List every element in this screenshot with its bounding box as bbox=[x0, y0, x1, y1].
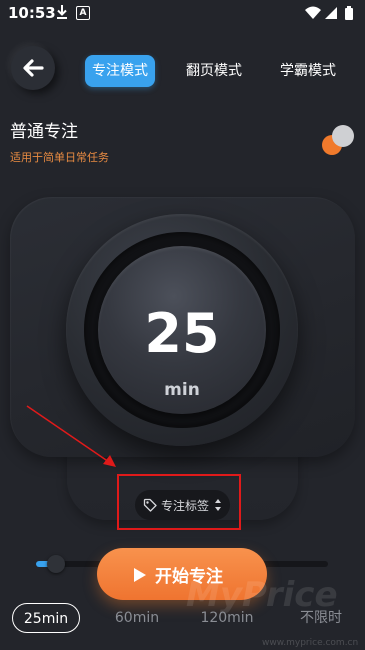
focus-screen: 10:53 A 专注模式 翻页模式 学霸模式 普通专注 适用于简单日常任务 25… bbox=[0, 0, 365, 650]
back-button[interactable] bbox=[11, 46, 55, 90]
duration-slider-thumb[interactable] bbox=[47, 555, 65, 573]
toggle-knob bbox=[332, 125, 354, 147]
tab-flip-mode[interactable]: 翻页模式 bbox=[178, 55, 250, 87]
duration-option-unlimited[interactable]: 不限时 bbox=[290, 603, 352, 633]
duration-option-60min[interactable]: 60min bbox=[106, 603, 168, 633]
duration-option-25min[interactable]: 25min bbox=[12, 603, 80, 633]
timer-value: 25 bbox=[144, 302, 220, 365]
play-icon bbox=[134, 568, 146, 582]
tab-study-mode[interactable]: 学霸模式 bbox=[272, 55, 344, 87]
annotation-highlight-box bbox=[117, 474, 241, 530]
back-arrow-icon bbox=[23, 59, 44, 77]
duration-option-120min[interactable]: 120min bbox=[193, 603, 261, 633]
tab-focus-mode[interactable]: 专注模式 bbox=[85, 55, 155, 87]
download-icon bbox=[57, 5, 67, 19]
mode-toggle[interactable] bbox=[320, 123, 358, 157]
signal-icon bbox=[325, 7, 337, 19]
timer-unit: min bbox=[164, 380, 200, 400]
battery-icon bbox=[345, 6, 353, 20]
mode-title: 普通专注 bbox=[10, 122, 78, 142]
a-icon: A bbox=[76, 6, 90, 20]
annotation-arrow bbox=[26, 405, 116, 467]
status-bar: 10:53 A bbox=[0, 0, 365, 26]
status-time: 10:53 bbox=[8, 4, 56, 22]
status-indicators bbox=[305, 6, 353, 20]
wifi-icon bbox=[305, 6, 321, 19]
watermark-url: www.myprice.com.cn bbox=[262, 638, 359, 648]
mode-subtitle: 适用于简单日常任务 bbox=[10, 151, 109, 164]
